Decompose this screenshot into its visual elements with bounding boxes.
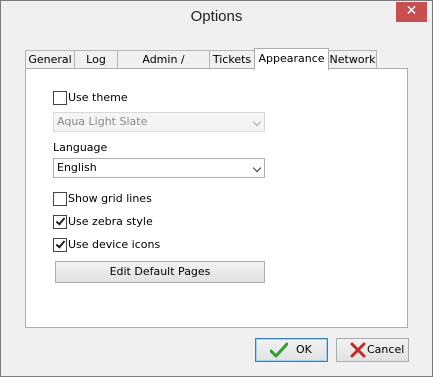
green-check-icon (270, 342, 288, 358)
ok-button[interactable]: OK (255, 338, 328, 362)
tab-tickets[interactable]: Tickets (209, 50, 255, 69)
theme-select-value: Aqua Light Slate (57, 115, 148, 128)
use-theme-checkbox[interactable] (53, 91, 67, 105)
window-title: Options (190, 8, 243, 25)
use-device-icons-label: Use device icons (68, 238, 161, 251)
appearance-panel: Use theme Aqua Light Slate Language Engl… (25, 68, 408, 328)
language-select-value: English (57, 161, 97, 174)
title-bar[interactable]: Options ✕ (1, 1, 432, 32)
options-dialog: Options ✕ General Log Admin / Cashiers T… (0, 0, 433, 377)
use-theme-label: Use theme (68, 91, 128, 104)
tab-general[interactable]: General (25, 50, 75, 69)
tab-network[interactable]: Network (328, 50, 377, 69)
use-zebra-style-label: Use zebra style (68, 215, 153, 228)
chevron-down-icon (252, 117, 262, 127)
cancel-button[interactable]: Cancel (336, 338, 409, 362)
tab-log[interactable]: Log (74, 50, 118, 69)
show-grid-lines-checkbox[interactable] (53, 192, 67, 206)
close-button[interactable]: ✕ (396, 2, 427, 22)
use-device-icons-checkbox[interactable] (53, 238, 67, 252)
chevron-down-icon (252, 163, 262, 173)
tab-appearance[interactable]: Appearance (254, 48, 329, 70)
language-select[interactable]: English (53, 158, 265, 178)
show-grid-lines-label: Show grid lines (68, 192, 152, 205)
use-zebra-style-checkbox[interactable] (53, 215, 67, 229)
red-x-icon (350, 342, 366, 358)
edit-default-pages-button[interactable]: Edit Default Pages (55, 261, 265, 283)
cancel-label: Cancel (367, 343, 405, 356)
theme-select[interactable]: Aqua Light Slate (53, 112, 265, 132)
tab-admin-cashiers[interactable]: Admin / Cashiers (117, 50, 210, 84)
ok-label: OK (296, 343, 312, 356)
close-icon: ✕ (405, 3, 418, 19)
language-label: Language (53, 141, 108, 154)
